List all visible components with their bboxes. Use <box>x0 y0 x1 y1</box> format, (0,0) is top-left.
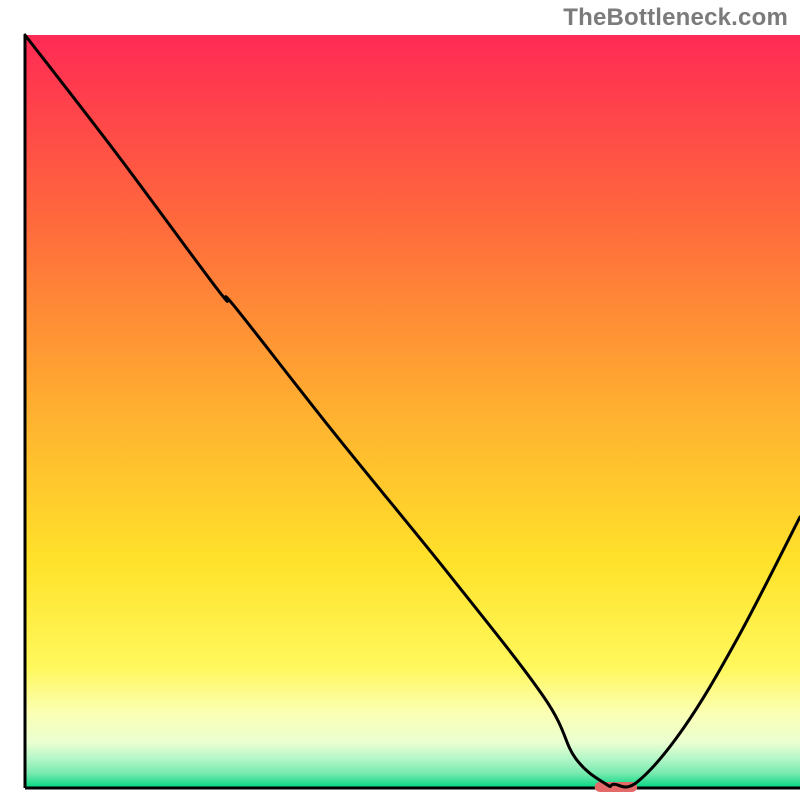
bottleneck-chart: TheBottleneck.com <box>0 0 800 800</box>
watermark-text: TheBottleneck.com <box>563 4 788 32</box>
plot-background <box>25 35 800 788</box>
plot-svg <box>0 0 800 800</box>
